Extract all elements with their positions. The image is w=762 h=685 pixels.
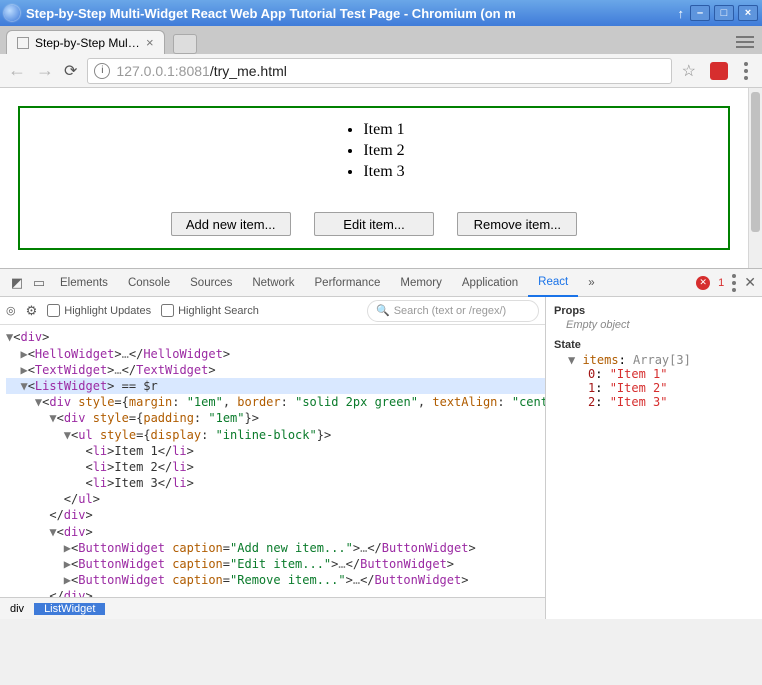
omnibox[interactable]: i 127.0.0.1:8081/try_me.html bbox=[87, 58, 671, 84]
props-state-panel: Props Empty object State ▼ items: Array[… bbox=[546, 297, 762, 619]
page-content: Item 1 Item 2 Item 3 Add new item... Edi… bbox=[0, 88, 748, 268]
remove-item-button[interactable]: Remove item... bbox=[457, 212, 577, 236]
add-new-item-button[interactable]: Add new item... bbox=[171, 212, 291, 236]
window-titlebar: Step-by-Step Multi-Widget React Web App … bbox=[0, 0, 762, 26]
tabstrip-menu-icon[interactable] bbox=[734, 33, 756, 51]
page-favicon bbox=[17, 37, 29, 49]
highlight-updates-checkbox[interactable]: Highlight Updates bbox=[47, 304, 151, 317]
minimize-button[interactable]: – bbox=[690, 5, 710, 21]
inspect-element-icon[interactable]: ◩ bbox=[6, 275, 28, 291]
browser-menu-icon[interactable] bbox=[744, 62, 748, 80]
list-item: Item 3 bbox=[363, 162, 404, 183]
breadcrumb[interactable]: div ListWidget bbox=[0, 597, 545, 619]
tab-react[interactable]: React bbox=[528, 269, 578, 297]
tab-application[interactable]: Application bbox=[452, 269, 528, 297]
tab-network[interactable]: Network bbox=[242, 269, 304, 297]
page-scrollbar[interactable] bbox=[748, 88, 762, 268]
tab-close-icon[interactable]: × bbox=[146, 35, 154, 50]
url-path: /try_me.html bbox=[210, 63, 287, 79]
url-host: 127.0.0.1:8081 bbox=[116, 63, 209, 79]
tab-performance[interactable]: Performance bbox=[305, 269, 391, 297]
component-tree[interactable]: ▼<div> ▶<HelloWidget>…</HelloWidget> ▶<T… bbox=[0, 325, 545, 597]
extension-icon[interactable] bbox=[710, 62, 728, 80]
tab-console[interactable]: Console bbox=[118, 269, 180, 297]
devtools: ◩ ▭ Elements Console Sources Network Per… bbox=[0, 268, 762, 619]
state-entry: 0: "Item 1" bbox=[554, 367, 754, 381]
error-badge-icon[interactable]: ✕ bbox=[696, 276, 710, 290]
state-entry: 1: "Item 2" bbox=[554, 381, 754, 395]
error-count[interactable]: 1 bbox=[718, 277, 724, 289]
bookmark-star-icon[interactable]: ☆ bbox=[682, 61, 696, 81]
tab-strip: Step-by-Step Multi-Wid × bbox=[0, 26, 762, 54]
close-window-button[interactable]: × bbox=[738, 5, 758, 21]
settings-gear-icon[interactable]: ⚙ bbox=[26, 303, 38, 319]
tab-elements[interactable]: Elements bbox=[50, 269, 118, 297]
state-entry: 2: "Item 3" bbox=[554, 395, 754, 409]
device-toolbar-icon[interactable]: ▭ bbox=[28, 275, 50, 291]
state-header: State bbox=[554, 339, 754, 351]
tab-label: Step-by-Step Multi-Wid bbox=[35, 36, 140, 50]
react-search-input[interactable]: 🔍 Search (text or /regex/) bbox=[367, 300, 539, 322]
list-item: Item 2 bbox=[363, 141, 404, 162]
site-info-icon[interactable]: i bbox=[94, 63, 110, 79]
back-button[interactable]: ← bbox=[8, 60, 26, 81]
highlight-search-checkbox[interactable]: Highlight Search bbox=[161, 304, 259, 317]
search-placeholder: Search (text or /regex/) bbox=[394, 305, 507, 317]
devtools-close-icon[interactable]: ✕ bbox=[744, 274, 756, 291]
scrollbar-thumb[interactable] bbox=[751, 92, 760, 232]
tab-memory[interactable]: Memory bbox=[390, 269, 452, 297]
react-tree-panel: ◎ ⚙ Highlight Updates Highlight Search 🔍… bbox=[0, 297, 546, 619]
list-widget: Item 1 Item 2 Item 3 Add new item... Edi… bbox=[18, 106, 730, 250]
crumb-selected[interactable]: ListWidget bbox=[34, 603, 105, 615]
crumb-root[interactable]: div bbox=[0, 603, 34, 615]
tab-overflow[interactable]: » bbox=[578, 269, 604, 297]
selected-node[interactable]: ▼<ListWidget> == $r bbox=[6, 378, 545, 394]
items-list: Item 1 Item 2 Item 3 bbox=[343, 120, 404, 182]
button-row: Add new item... Edit item... Remove item… bbox=[32, 212, 716, 236]
list-item: Item 1 bbox=[363, 120, 404, 141]
browser-tab[interactable]: Step-by-Step Multi-Wid × bbox=[6, 30, 165, 54]
forward-button[interactable]: → bbox=[36, 60, 54, 81]
title-up-arrow: ↑ bbox=[678, 6, 685, 21]
react-toolbar: ◎ ⚙ Highlight Updates Highlight Search 🔍… bbox=[0, 297, 545, 325]
tab-sources[interactable]: Sources bbox=[180, 269, 242, 297]
maximize-button[interactable]: □ bbox=[714, 5, 734, 21]
address-bar: ← → ⟳ i 127.0.0.1:8081/try_me.html ☆ bbox=[0, 54, 762, 88]
edit-item-button[interactable]: Edit item... bbox=[314, 212, 434, 236]
props-header: Props bbox=[554, 305, 754, 317]
props-empty: Empty object bbox=[554, 319, 754, 331]
new-tab-button[interactable] bbox=[173, 34, 197, 54]
state-items[interactable]: ▼ items: Array[3] bbox=[554, 353, 754, 367]
chromium-icon bbox=[4, 5, 20, 21]
devtools-menu-icon[interactable] bbox=[732, 274, 736, 292]
window-title: Step-by-Step Multi-Widget React Web App … bbox=[26, 6, 672, 21]
reload-button[interactable]: ⟳ bbox=[64, 61, 77, 81]
devtools-tabbar: ◩ ▭ Elements Console Sources Network Per… bbox=[0, 269, 762, 297]
search-icon: 🔍 bbox=[376, 304, 390, 317]
trace-updates-icon[interactable]: ◎ bbox=[6, 304, 16, 317]
